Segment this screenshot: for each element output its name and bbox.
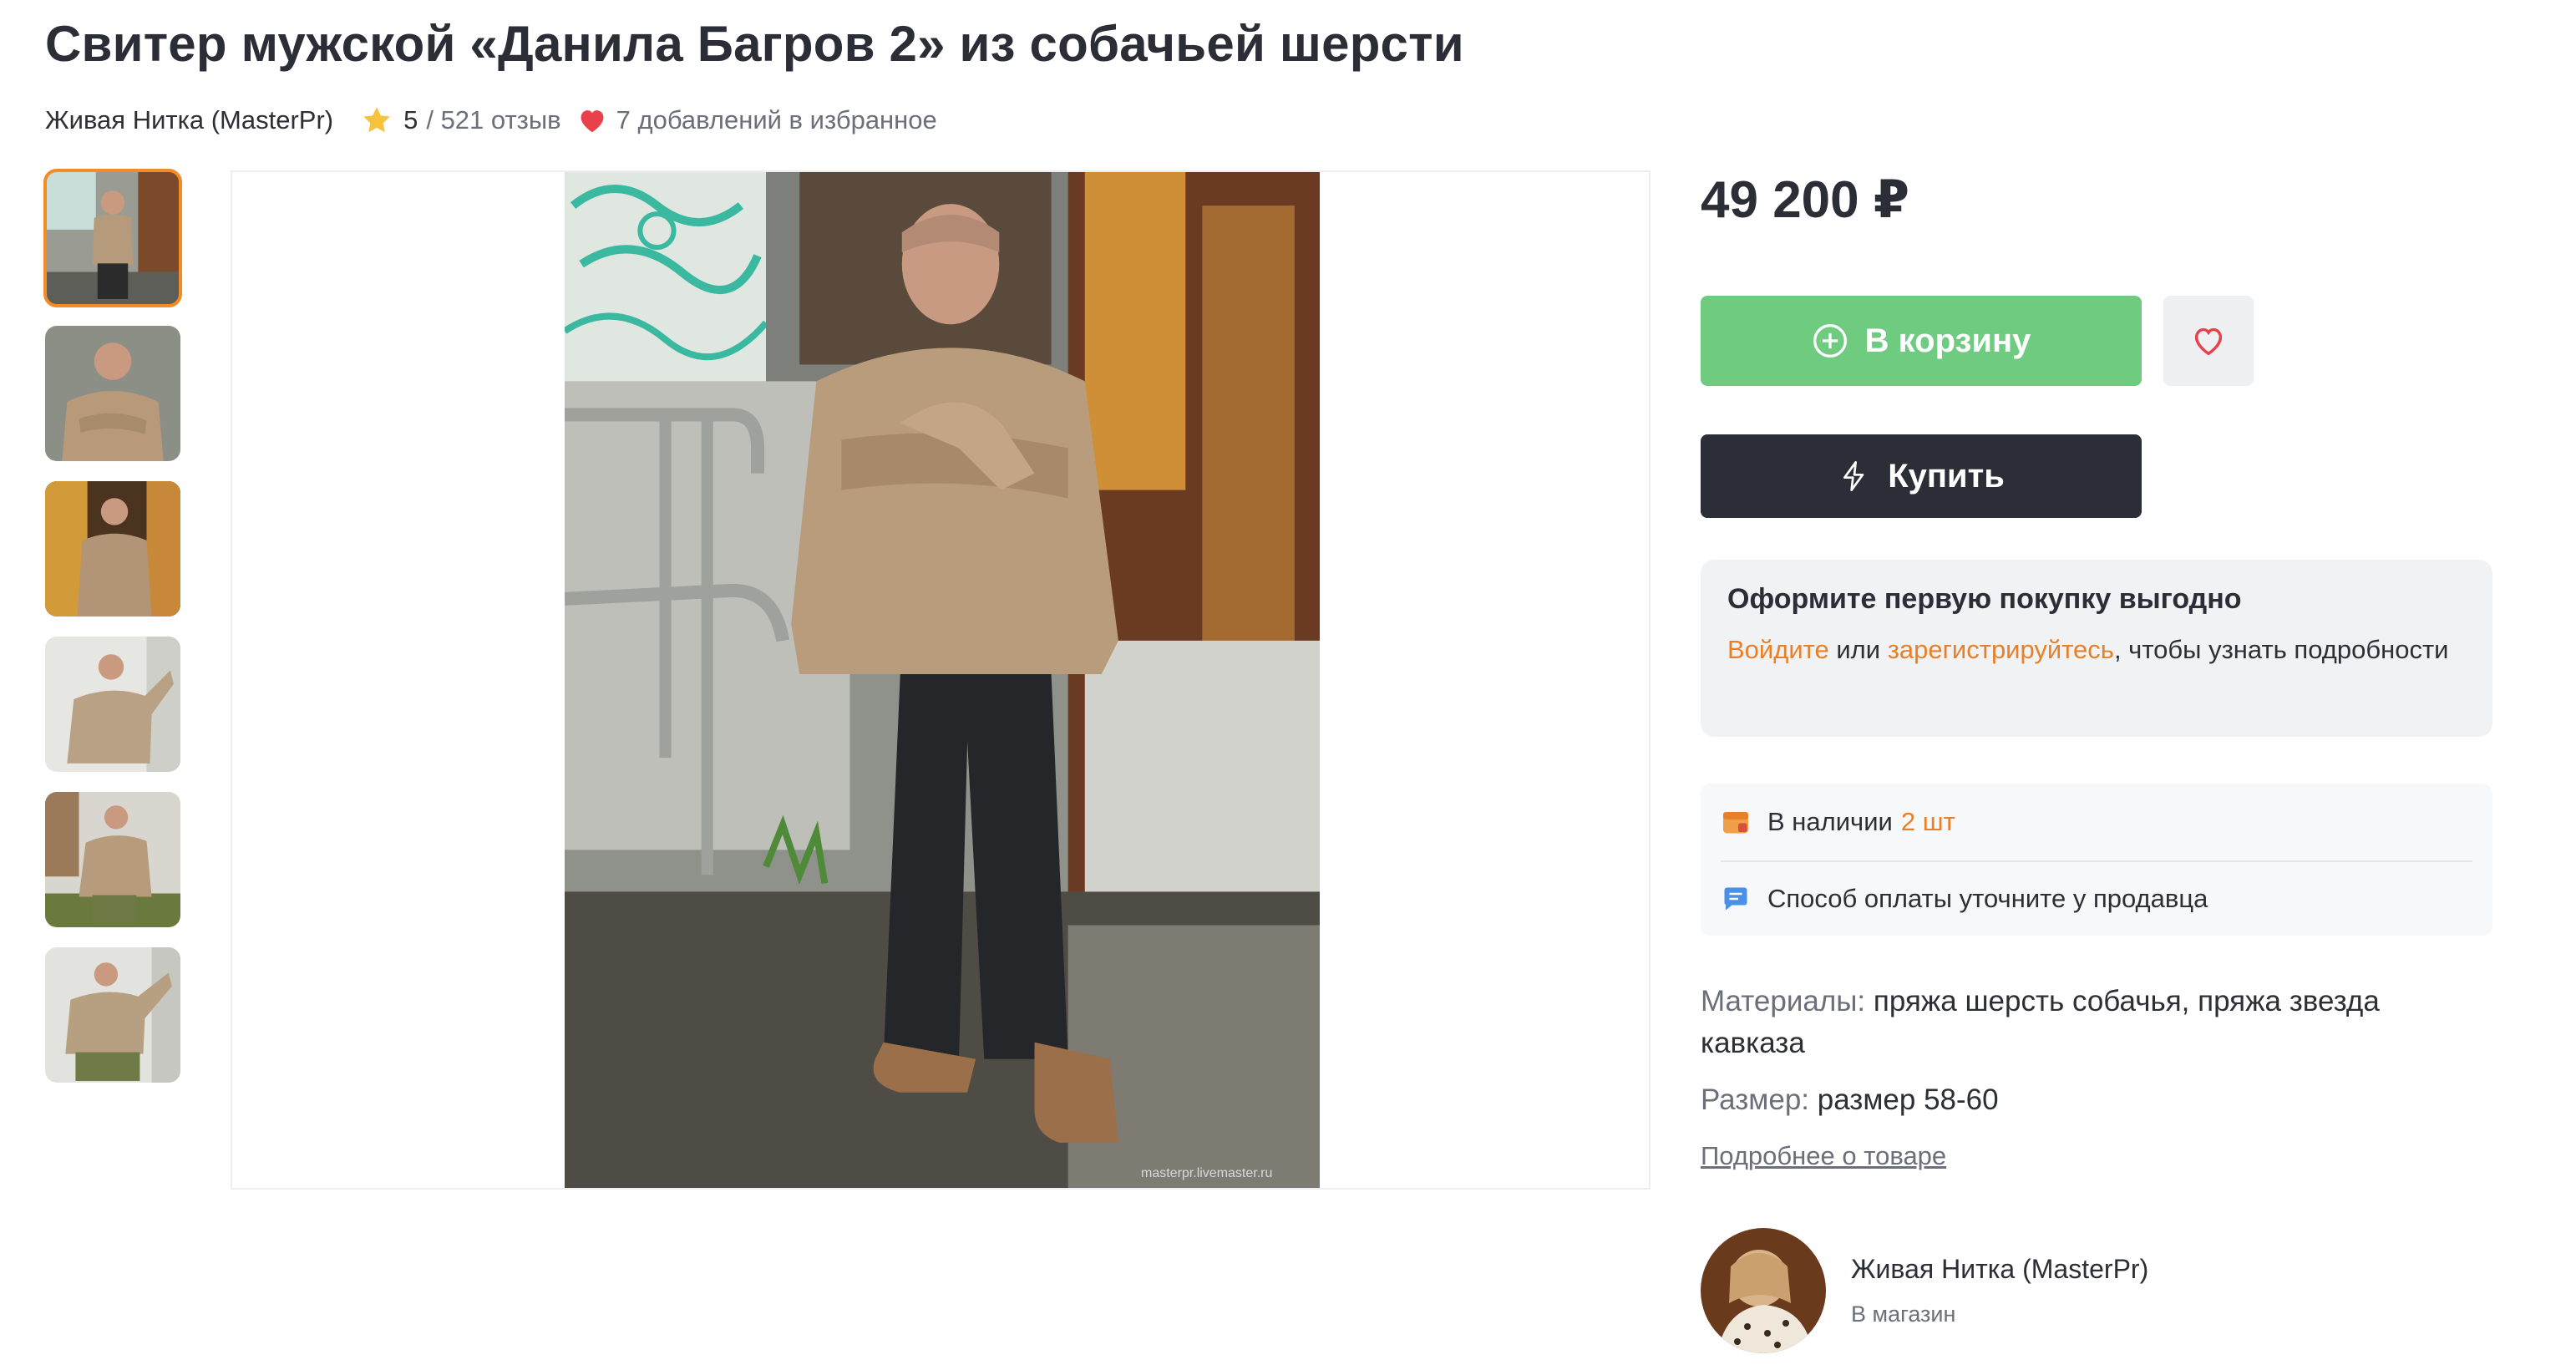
product-title: Свитер мужской «Данила Багров 2» из соба…: [45, 16, 1464, 72]
size-row: Размер: размер 58-60: [1701, 1079, 2469, 1121]
first-purchase-promo: Оформите первую покупку выгодно Войдите …: [1701, 560, 2492, 737]
seller-link[interactable]: Живая Нитка (MasterPr): [45, 105, 333, 135]
divider: [1721, 860, 2472, 862]
seller-info: Живая Нитка (MasterPr) В магазин: [1851, 1254, 2148, 1327]
product-meta: Живая Нитка (MasterPr) 5 / 521 отзыв 7 д…: [45, 102, 937, 139]
promo-text: Войдите или зарегистрируйтесь, чтобы узн…: [1727, 632, 2466, 667]
add-to-cart-button[interactable]: В корзину: [1701, 296, 2142, 386]
box-icon: [1723, 812, 1748, 834]
star-icon: [360, 104, 393, 137]
thumbnail-1[interactable]: [43, 169, 182, 307]
chat-icon: [1724, 887, 1747, 911]
availability-box: В наличии 2 шт Способ оплаты уточните у …: [1701, 784, 2492, 936]
thumbnail-2[interactable]: [45, 326, 180, 461]
product-specs: Материалы: пряжа шерсть собачья, пряжа з…: [1701, 981, 2469, 1121]
register-link[interactable]: зарегистрируйтесь: [1888, 635, 2114, 664]
seller-card: Живая Нитка (MasterPr) В магазин: [1701, 1228, 2148, 1353]
watermark-text: masterpr.livemaster.ru: [1141, 1166, 1273, 1180]
rating-value: 5: [403, 105, 418, 134]
materials-label: Материалы:: [1701, 985, 1866, 1017]
product-photo: [565, 172, 1320, 1188]
stock-row: В наличии 2 шт: [1721, 804, 1955, 840]
add-to-cart-label: В корзину: [1864, 322, 2031, 359]
materials-row: Материалы: пряжа шерсть собачья, пряжа з…: [1701, 981, 2469, 1064]
buy-now-button[interactable]: Купить: [1701, 434, 2142, 518]
heart-icon: [576, 104, 608, 136]
more-details-link[interactable]: Подробнее о товаре: [1701, 1141, 1946, 1171]
payment-row: Способ оплаты уточните у продавца: [1721, 880, 2208, 917]
thumbnail-4[interactable]: [45, 637, 180, 772]
size-label: Размер:: [1701, 1083, 1810, 1116]
thumbnail-5[interactable]: [45, 792, 180, 927]
plus-circle-icon: [1813, 324, 1847, 358]
size-value: размер 58-60: [1817, 1083, 1999, 1116]
stock-count: 2 шт: [1900, 807, 1955, 836]
seller-name[interactable]: Живая Нитка (MasterPr): [1851, 1254, 2148, 1285]
thumbnail-list: [43, 169, 182, 1103]
lightning-icon: [1843, 461, 1864, 491]
stock-label: В наличии: [1767, 807, 1893, 836]
promo-rest: , чтобы узнать подробности: [2113, 635, 2449, 664]
thumbnail-3[interactable]: [45, 481, 180, 617]
favorites-count: 7 добавлений в избранное: [616, 105, 937, 134]
thumbnail-6[interactable]: [45, 947, 180, 1083]
reviews-link[interactable]: / 521 отзыв: [426, 105, 560, 135]
heart-outline-icon: [2194, 327, 2223, 356]
promo-or: или: [1828, 635, 1888, 664]
login-link[interactable]: Войдите: [1727, 635, 1829, 664]
seller-avatar[interactable]: [1701, 1228, 1826, 1353]
add-to-favorites-button[interactable]: [2163, 296, 2254, 386]
shop-link[interactable]: В магазин: [1851, 1302, 2148, 1327]
payment-label: Способ оплаты уточните у продавца: [1767, 884, 2208, 913]
main-product-image[interactable]: masterpr.livemaster.ru: [231, 170, 1651, 1190]
price: 49 200 ₽: [1701, 171, 1909, 229]
promo-title: Оформите первую покупку выгодно: [1727, 583, 2242, 615]
buy-now-label: Купить: [1888, 457, 2005, 495]
